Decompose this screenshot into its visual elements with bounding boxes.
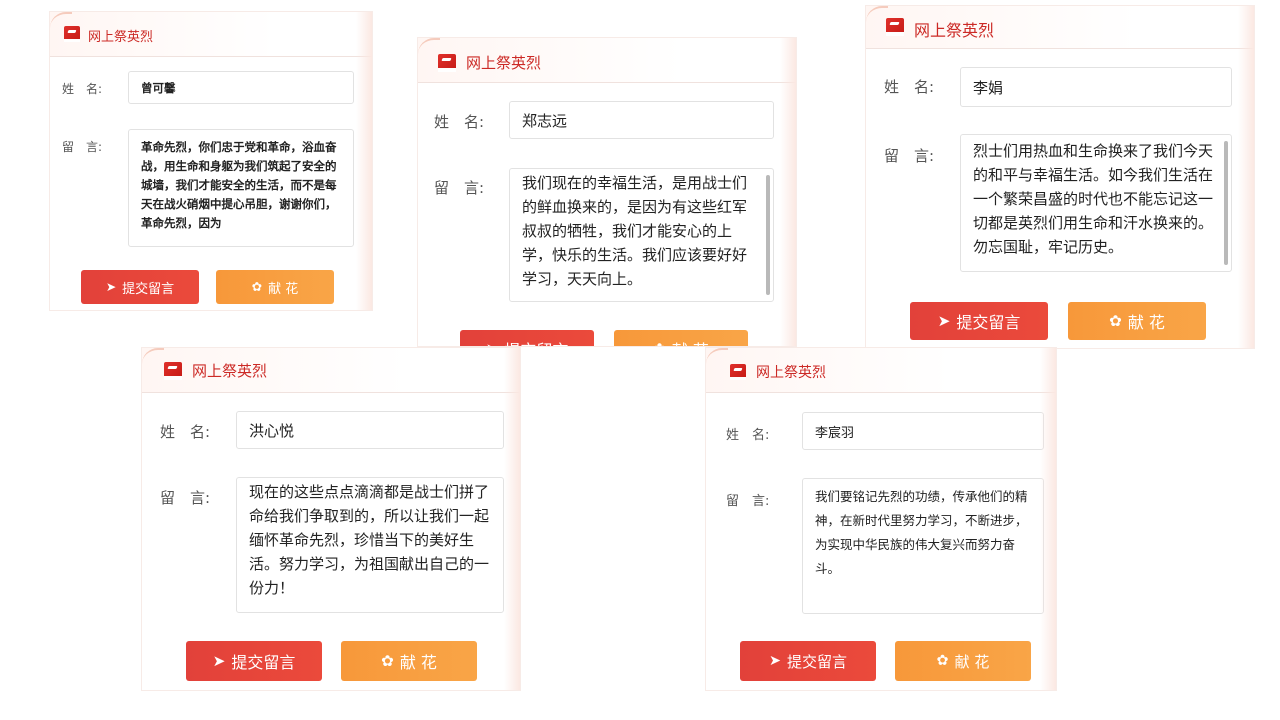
flower-label: 献 花 — [268, 281, 299, 297]
memorial-book-icon — [730, 364, 746, 380]
name-label: 姓 名: — [160, 423, 211, 441]
card-header: 网上祭英烈 — [706, 348, 1056, 393]
flower-label: 献 花 — [399, 653, 437, 672]
memorial-card-3: 网上祭英烈 姓 名: 李娟 留 言: 烈士们用热血和生命换来了我们今天的和平与幸… — [866, 6, 1254, 348]
flower-icon: ✿ — [381, 652, 394, 670]
submit-message-button[interactable]: ➤ 提交留言 — [740, 641, 876, 681]
name-value: 李宸羽 — [815, 425, 855, 441]
message-label: 留 言: — [160, 489, 211, 507]
memorial-card-1: 网上祭英烈 姓 名: 曾可馨 留 言: 革命先烈，你们忠于党和革命，浴血奋战，用… — [50, 12, 372, 310]
submit-label: 提交留言 — [956, 313, 1021, 332]
name-value: 李娟 — [973, 78, 1004, 97]
message-value: 革命先烈，你们忠于党和革命，浴血奋战，用生命和身躯为我们筑起了安全的城墙，我们才… — [141, 140, 337, 230]
card-title: 网上祭英烈 — [756, 365, 826, 381]
submit-label: 提交留言 — [231, 653, 296, 672]
name-value: 曾可馨 — [141, 80, 176, 95]
paper-plane-icon: ➤ — [105, 280, 117, 294]
message-textarea[interactable]: 烈士们用热血和生命换来了我们今天的和平与幸福生活。如今我们生活在一个繁荣昌盛的时… — [960, 134, 1232, 272]
message-textarea[interactable]: 革命先烈，你们忠于党和革命，浴血奋战，用生命和身躯为我们筑起了安全的城墙，我们才… — [128, 129, 354, 247]
flower-icon: ✿ — [1109, 312, 1122, 330]
submit-label: 提交留言 — [122, 281, 175, 297]
memorial-book-icon — [64, 26, 80, 42]
memorial-book-icon — [164, 362, 182, 380]
name-value: 郑志远 — [522, 111, 568, 130]
flower-label: 献 花 — [672, 337, 709, 346]
submit-message-button[interactable]: ➤ 提交留言 — [910, 302, 1048, 340]
name-label: 姓 名: — [884, 78, 935, 96]
corner-decoration — [418, 38, 440, 56]
paper-plane-icon: ➤ — [212, 652, 226, 670]
name-input[interactable]: 李娟 — [960, 67, 1232, 107]
message-label: 留 言: — [884, 147, 935, 165]
flower-label: 献 花 — [1127, 313, 1165, 332]
message-value: 我们现在的幸福生活，是用战士们的鲜血换来的，是因为有这些红军叔叔的牺牲，我们才能… — [522, 174, 748, 288]
message-value: 烈士们用热血和生命换来了我们今天的和平与幸福生活。如今我们生活在一个繁荣昌盛的时… — [973, 142, 1214, 256]
message-label: 留 言: — [62, 140, 103, 154]
flower-icon: ✿ — [653, 340, 666, 346]
offer-flower-button[interactable]: ✿ 献 花 — [614, 330, 748, 346]
flower-label: 献 花 — [954, 652, 990, 671]
message-value: 现在的这些点点滴滴都是战士们拼了命给我们争取到的，所以让我们一起缅怀革命先烈，珍… — [249, 483, 490, 597]
memorial-card-4: 网上祭英烈 姓 名: 洪心悦 留 言: 现在的这些点点滴滴都是战士们拼了命给我们… — [142, 348, 520, 690]
name-input[interactable]: 曾可馨 — [128, 71, 354, 104]
scrollbar[interactable] — [1224, 141, 1228, 265]
flower-icon: ✿ — [936, 653, 949, 669]
corner-decoration — [866, 6, 888, 24]
card-title: 网上祭英烈 — [466, 54, 542, 72]
card-title: 网上祭英烈 — [88, 30, 154, 45]
message-label: 留 言: — [434, 179, 485, 197]
memorial-book-icon — [886, 18, 904, 36]
memorial-card-5: 网上祭英烈 姓 名: 李宸羽 留 言: 我们要铭记先烈的功绩，传承他们的精神，在… — [706, 348, 1056, 690]
scrollbar[interactable] — [766, 175, 770, 295]
name-label: 姓 名: — [434, 113, 485, 131]
name-value: 洪心悦 — [249, 421, 295, 440]
submit-message-button[interactable]: ➤ 提交留言 — [460, 330, 594, 346]
message-value: 我们要铭记先烈的功绩，传承他们的精神，在新时代里努力学习，不断进步，为实现中华民… — [815, 489, 1028, 576]
memorial-book-icon — [438, 54, 456, 72]
card-header: 网上祭英烈 — [418, 38, 796, 83]
message-textarea[interactable]: 我们现在的幸福生活，是用战士们的鲜血换来的，是因为有这些红军叔叔的牺牲，我们才能… — [509, 168, 774, 302]
paper-plane-icon: ➤ — [486, 340, 499, 346]
submit-label: 提交留言 — [786, 652, 847, 671]
message-textarea[interactable]: 我们要铭记先烈的功绩，传承他们的精神，在新时代里努力学习，不断进步，为实现中华民… — [802, 478, 1044, 614]
submit-message-button[interactable]: ➤ 提交留言 — [81, 270, 199, 304]
name-input[interactable]: 郑志远 — [509, 101, 774, 139]
card-title: 网上祭英烈 — [914, 21, 995, 40]
corner-decoration — [706, 348, 728, 366]
message-textarea[interactable]: 现在的这些点点滴滴都是战士们拼了命给我们争取到的，所以让我们一起缅怀革命先烈，珍… — [236, 477, 504, 613]
offer-flower-button[interactable]: ✿ 献 花 — [1068, 302, 1206, 340]
card-header: 网上祭英烈 — [50, 12, 372, 57]
name-input[interactable]: 洪心悦 — [236, 411, 504, 449]
offer-flower-button[interactable]: ✿ 献 花 — [341, 641, 477, 681]
card-header: 网上祭英烈 — [142, 348, 520, 393]
memorial-card-2: 网上祭英烈 姓 名: 郑志远 留 言: 我们现在的幸福生活，是用战士们的鲜血换来… — [418, 38, 796, 346]
corner-decoration — [142, 348, 164, 366]
paper-plane-icon: ➤ — [769, 653, 781, 669]
paper-plane-icon: ➤ — [937, 312, 951, 330]
name-label: 姓 名: — [726, 428, 770, 443]
name-input[interactable]: 李宸羽 — [802, 412, 1044, 450]
card-title: 网上祭英烈 — [192, 362, 268, 380]
message-label: 留 言: — [726, 494, 770, 509]
offer-flower-button[interactable]: ✿ 献 花 — [895, 641, 1031, 681]
submit-label: 提交留言 — [504, 337, 568, 346]
card-header: 网上祭英烈 — [866, 6, 1254, 49]
offer-flower-button[interactable]: ✿ 献 花 — [216, 270, 334, 304]
name-label: 姓 名: — [62, 82, 103, 96]
submit-message-button[interactable]: ➤ 提交留言 — [186, 641, 322, 681]
flower-icon: ✿ — [251, 280, 263, 294]
